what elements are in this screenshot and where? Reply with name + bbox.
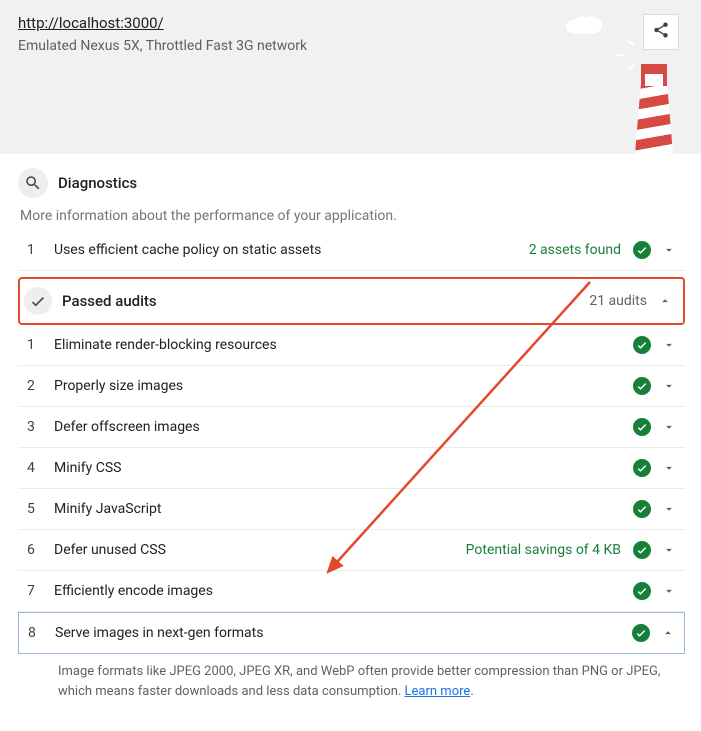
row-number: 3 — [22, 419, 48, 435]
audit-row[interactable]: 6 Defer unused CSS Potential savings of 4 … — [18, 530, 685, 571]
row-number: 7 — [22, 583, 48, 599]
pass-icon — [633, 582, 651, 600]
pass-icon — [633, 500, 651, 518]
learn-more-link[interactable]: Learn more — [405, 684, 471, 699]
passed-audits-title: Passed audits — [62, 292, 579, 310]
cloud-decoration — [559, 14, 609, 42]
diagnostics-subtitle: More information about the performance o… — [18, 208, 685, 224]
passed-audits-header[interactable]: Passed audits 21 audits — [18, 277, 685, 325]
pass-icon — [633, 418, 651, 436]
pass-icon — [633, 541, 651, 559]
audit-row[interactable]: 8 Serve images in next-gen formats — [18, 612, 685, 654]
audit-row[interactable]: 7 Efficiently encode images — [18, 571, 685, 612]
row-label: Properly size images — [54, 378, 627, 394]
audit-row[interactable]: 1 Eliminate render-blocking resources — [18, 325, 685, 366]
audit-row[interactable]: 5 Minify JavaScript — [18, 489, 685, 530]
chevron-up-icon[interactable] — [657, 293, 673, 309]
audit-row[interactable]: 4 Minify CSS — [18, 448, 685, 489]
audit-row[interactable]: 3 Defer offscreen images — [18, 407, 685, 448]
pass-icon — [633, 459, 651, 477]
row-label: Minify CSS — [54, 460, 627, 476]
diagnostics-title: Diagnostics — [58, 174, 137, 192]
row-label: Minify JavaScript — [54, 501, 627, 517]
chevron-down-icon[interactable] — [661, 337, 677, 353]
share-button[interactable] — [643, 14, 679, 50]
audit-row[interactable]: 2 Properly size images — [18, 366, 685, 407]
row-number: 2 — [22, 378, 48, 394]
pass-icon — [633, 336, 651, 354]
chevron-down-icon[interactable] — [661, 419, 677, 435]
chevron-down-icon[interactable] — [661, 378, 677, 394]
chevron-up-icon[interactable] — [660, 625, 676, 641]
share-icon — [652, 21, 670, 43]
pass-icon — [633, 377, 651, 395]
row-number: 6 — [22, 542, 48, 558]
lighthouse-logo — [635, 64, 673, 154]
row-number: 1 — [22, 242, 48, 258]
row-label: Defer unused CSS — [54, 542, 460, 558]
row-label: Uses efficient cache policy on static as… — [54, 242, 523, 258]
passed-audits-count: 21 audits — [589, 293, 647, 309]
row-value: 2 assets found — [529, 242, 621, 258]
chevron-down-icon[interactable] — [661, 583, 677, 599]
row-label: Eliminate render-blocking resources — [54, 337, 627, 353]
pass-icon — [633, 241, 651, 259]
row-number: 8 — [23, 625, 49, 641]
row-label: Serve images in next-gen formats — [55, 625, 626, 641]
chevron-down-icon[interactable] — [661, 242, 677, 258]
pass-icon — [632, 624, 650, 642]
row-value: Potential savings of 4 KB — [466, 542, 621, 558]
diagnostic-row[interactable]: 1 Uses efficient cache policy on static … — [18, 230, 685, 271]
search-icon — [18, 168, 48, 198]
row-number: 4 — [22, 460, 48, 476]
row-number: 1 — [22, 337, 48, 353]
row-number: 5 — [22, 501, 48, 517]
audit-detail-text: Image formats like JPEG 2000, JPEG XR, a… — [58, 664, 660, 699]
row-label: Efficiently encode images — [54, 583, 627, 599]
report-header: http://localhost:3000/ Emulated Nexus 5X… — [0, 0, 701, 154]
audit-detail: Image formats like JPEG 2000, JPEG XR, a… — [18, 654, 685, 713]
check-icon — [24, 287, 52, 315]
chevron-down-icon[interactable] — [661, 542, 677, 558]
chevron-down-icon[interactable] — [661, 501, 677, 517]
row-label: Defer offscreen images — [54, 419, 627, 435]
diagnostics-header: Diagnostics — [18, 168, 685, 198]
chevron-down-icon[interactable] — [661, 460, 677, 476]
